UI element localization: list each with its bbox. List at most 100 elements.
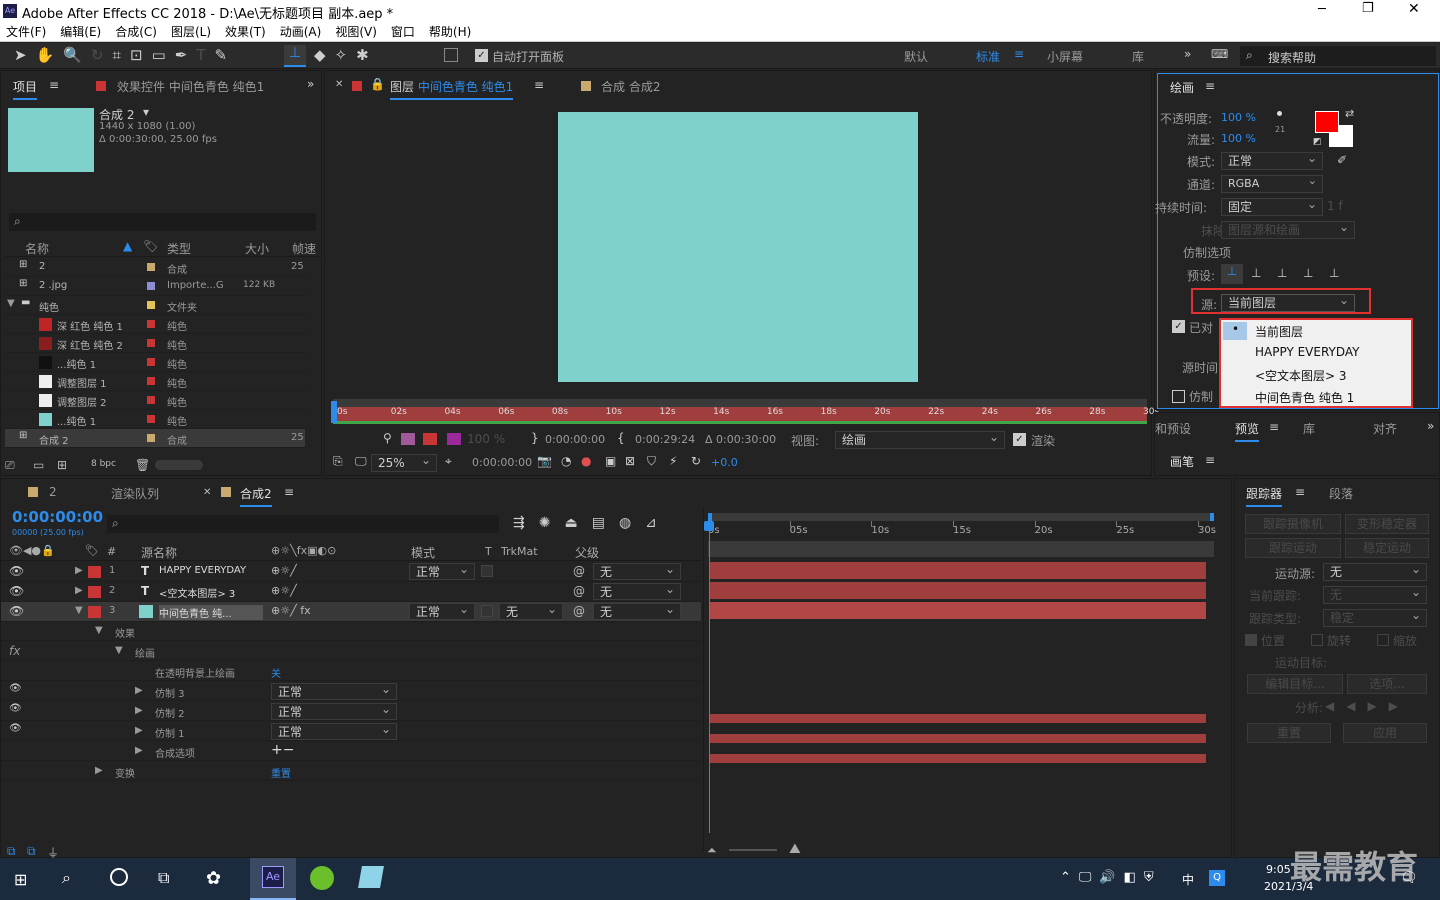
panel-menu-icon[interactable]: ≡ <box>1295 485 1305 499</box>
label-swatch[interactable] <box>88 586 101 598</box>
clone-2-bar[interactable] <box>710 734 1206 743</box>
label-swatch[interactable] <box>147 396 155 404</box>
render-checkbox[interactable]: ✓ <box>1013 433 1026 446</box>
playhead-icon[interactable] <box>331 401 337 423</box>
tab-brush[interactable]: 画笔 <box>1170 453 1194 470</box>
current-time-indicator[interactable] <box>708 541 1214 557</box>
monitor-icon[interactable]: 🖵 <box>355 454 367 469</box>
project-item[interactable]: ...纯色 1 纯色 <box>5 353 305 372</box>
comp-flowchart-icon[interactable]: ⇶ <box>513 515 539 531</box>
panel-menu-icon[interactable]: ≡ <box>1205 453 1215 467</box>
always-preview-icon[interactable]: ⎘ <box>333 454 343 469</box>
eyedropper-icon[interactable]: ✐ <box>1337 153 1347 167</box>
composite-options[interactable]: 合成选项 <box>155 745 195 760</box>
menu-file[interactable]: 文件(F) <box>6 22 46 42</box>
work-area-bar[interactable] <box>708 513 1214 521</box>
project-item[interactable]: 调整图层 2 纯色 <box>5 391 305 410</box>
hand-tool-icon[interactable]: ✋ <box>36 46 64 64</box>
draft-3d-icon[interactable]: ✺ <box>539 515 565 531</box>
col-parent[interactable]: 父级 <box>575 544 599 561</box>
3d-view-icon[interactable]: ⛉ <box>647 454 656 469</box>
eye-icon[interactable]: 👁 <box>9 723 22 734</box>
default-colors-icon[interactable]: ◩ <box>1313 137 1322 147</box>
col-fps[interactable]: 帧速 <box>292 240 316 257</box>
tab-comp[interactable]: 合成 合成2 <box>601 78 660 95</box>
clone-overlay-checkbox[interactable] <box>1172 390 1185 403</box>
label-swatch[interactable] <box>147 263 155 271</box>
panel-menu-icon[interactable]: ≡ <box>284 485 294 499</box>
foreground-color-swatch[interactable] <box>1315 111 1339 133</box>
roi-icon[interactable]: ▣ <box>605 454 616 468</box>
layer-bar-2[interactable] <box>710 582 1206 599</box>
parent-select[interactable]: 无 <box>593 561 681 580</box>
project-item[interactable]: 调整图层 1 纯色 <box>5 372 305 391</box>
project-item[interactable]: ⊞ 合成 2 合成 25 <box>5 429 305 448</box>
tab-effects-presets[interactable]: 和预设 <box>1155 420 1191 437</box>
clone-overlay-icon[interactable] <box>401 433 415 445</box>
project-search-input[interactable]: ⌕ <box>9 213 316 231</box>
switches-icon[interactable]: ⊕☼╱ <box>271 564 297 577</box>
label-swatch[interactable] <box>147 415 155 423</box>
project-item[interactable]: 深 红色 纯色 2 纯色 <box>5 334 305 353</box>
overlay-color-swatch[interactable] <box>447 433 461 445</box>
new-folder-icon[interactable]: ▭ <box>33 458 44 472</box>
pan-behind-tool-icon[interactable]: ⊡ <box>130 46 152 64</box>
add-remove-icon[interactable]: +− <box>271 742 294 758</box>
close-tab-icon[interactable]: ✕ <box>335 79 343 90</box>
workspace-default[interactable]: 默认 <box>904 48 928 65</box>
menu-edit[interactable]: 编辑(E) <box>60 22 101 42</box>
layer-mode-select[interactable]: 正常 <box>409 601 475 620</box>
bpc-label[interactable]: 8 bpc <box>91 459 116 469</box>
fx-icon[interactable]: fx <box>9 644 20 658</box>
menu-animation[interactable]: 动画(A) <box>280 22 322 42</box>
label-swatch[interactable] <box>147 358 155 366</box>
expand-icon[interactable]: ▶ <box>75 585 83 596</box>
project-item[interactable]: ⊞ 2 .jpg Importe...G 122 KB <box>5 277 305 296</box>
camera-tool-icon[interactable]: ⌗ <box>113 46 130 64</box>
expand-icon[interactable]: ▶ <box>75 565 83 576</box>
project-item[interactable]: ⊞ 2 合成 25 <box>5 258 305 277</box>
toggle-modes-icon[interactable]: ⧉ <box>27 844 36 859</box>
puppet-tool-icon[interactable]: ✱ <box>356 46 378 64</box>
clone-3-mode[interactable]: 正常 <box>271 681 397 700</box>
clone-stamp-tool-icon[interactable]: ⊥ <box>284 45 306 67</box>
transform-group[interactable]: 变换 <box>115 765 135 780</box>
transform-reset[interactable]: 重置 <box>271 765 291 780</box>
tab-align[interactable]: 对齐 <box>1373 420 1397 437</box>
clone-3-bar[interactable] <box>710 714 1206 723</box>
parent-select[interactable]: 无 <box>593 581 681 600</box>
panel-menu-icon[interactable]: ≡ <box>1205 79 1215 93</box>
switches-icon[interactable]: ⊕☼╱ <box>271 584 297 597</box>
clone-3-stroke[interactable]: 仿制 3 <box>155 685 185 700</box>
expand-icon[interactable]: ▼ <box>75 605 83 616</box>
source-option-empty-text-layer[interactable]: <空文本图层> 3 <box>1255 367 1347 384</box>
source-option-teal-solid[interactable]: 中间色青色 纯色 1 <box>1255 389 1354 406</box>
tab-library[interactable]: 库 <box>1303 420 1315 437</box>
chevron-down-icon[interactable]: ▾ <box>143 105 149 119</box>
menu-effect[interactable]: 效果(T) <box>225 22 266 42</box>
layer-row[interactable]: 👁 ▼ 3 中间色青色 纯... ⊕☼╱ fx 正常 无 @ 无 <box>1 601 701 622</box>
clone-1-stroke[interactable]: 仿制 1 <box>155 725 185 740</box>
sync-settings-icon[interactable]: ⌨ <box>1211 47 1228 61</box>
col-name[interactable]: 名称 <box>25 240 49 257</box>
cortana-icon[interactable] <box>110 868 128 886</box>
selection-tool-icon[interactable]: ➤ <box>14 46 36 64</box>
label-swatch[interactable] <box>147 377 155 385</box>
out-bracket-icon[interactable]: { <box>617 431 625 445</box>
current-time[interactable]: 0:00:00:00 <box>472 456 532 469</box>
motion-blur-icon[interactable]: ◍ <box>619 515 645 531</box>
melon-app-icon[interactable] <box>310 866 334 890</box>
workspace-small-screen[interactable]: 小屏幕 <box>1047 48 1083 65</box>
timeline-graph[interactable]: 0s 05s 10s 15s 20s 25s 30s <box>703 507 1219 851</box>
playhead-line[interactable] <box>709 523 710 833</box>
zoom-slider[interactable] <box>729 849 777 851</box>
col-mode[interactable]: 模式 <box>411 544 435 561</box>
reset-exposure-icon[interactable]: ↻ <box>691 454 701 468</box>
pickwhip-icon[interactable]: @ <box>573 564 585 578</box>
snap-icon[interactable] <box>444 48 458 62</box>
clone-2-stroke[interactable]: 仿制 2 <box>155 705 185 720</box>
label-swatch[interactable] <box>147 434 155 442</box>
layer-time-ruler[interactable]: 0s 02s 04s 06s 08s 10s 12s 14s 16s 18s 20s 22s 24s 26… <box>331 399 1159 425</box>
switches-icon[interactable]: ⊕☼╱ fx <box>271 604 311 617</box>
difference-overlay-icon[interactable] <box>423 433 437 445</box>
